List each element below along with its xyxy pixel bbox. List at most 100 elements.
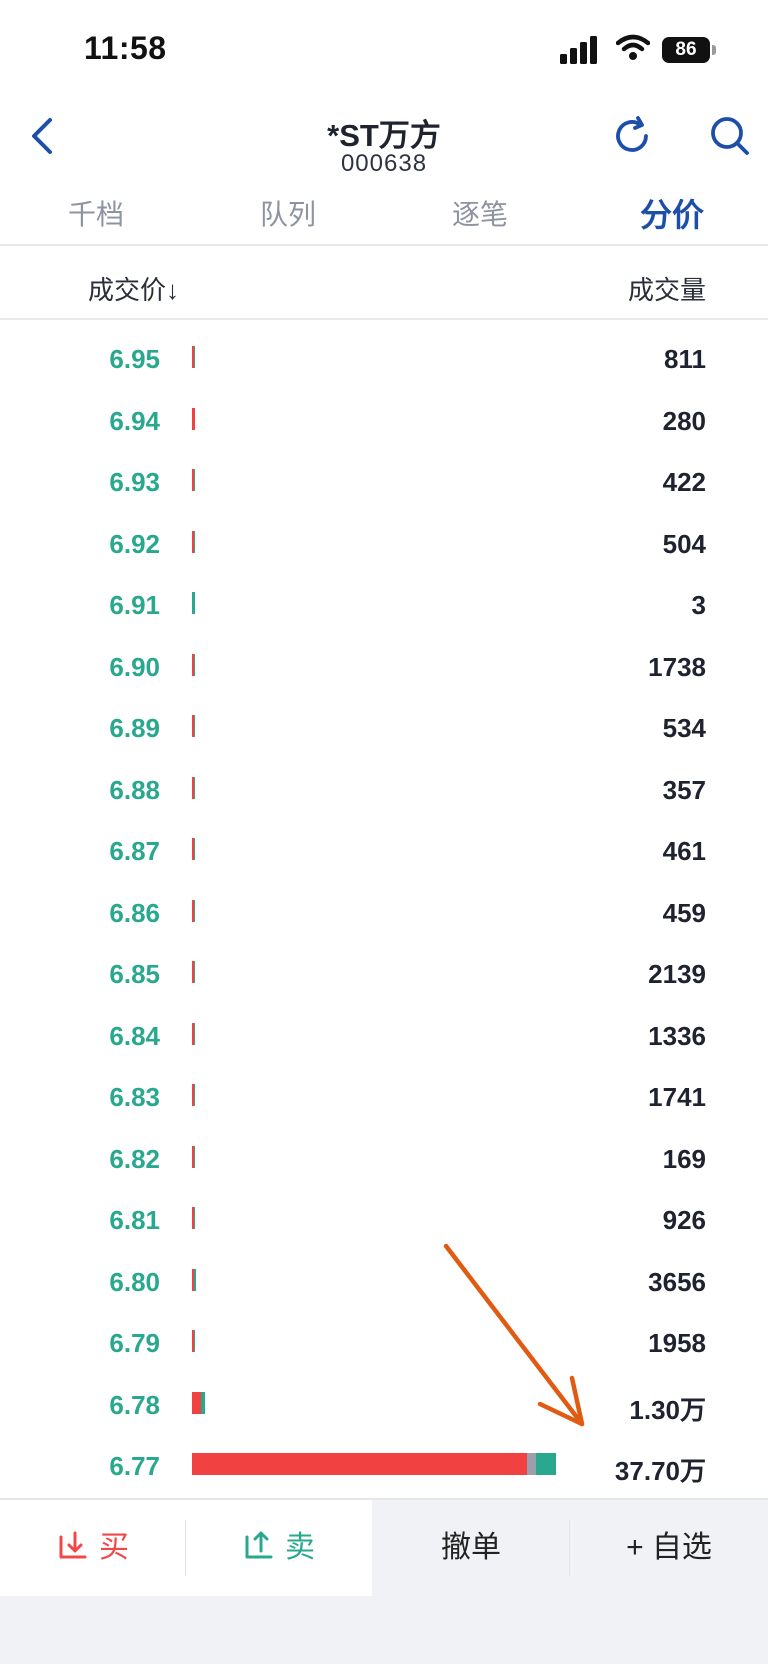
price-cell: 6.83 <box>109 1082 160 1112</box>
price-cell: 6.94 <box>109 405 160 436</box>
stock-header: *ST万方 000638 <box>0 100 768 180</box>
volume-bar-sell <box>193 776 195 799</box>
volume-bar-sell <box>192 592 195 614</box>
table-row: 6.92 504 <box>0 515 768 577</box>
wifi-icon <box>616 34 650 60</box>
table-row: 6.89 534 <box>0 699 768 761</box>
refresh-icon[interactable] <box>608 112 656 160</box>
buy-label: 买 <box>99 1531 129 1564</box>
volume-bar-sell <box>201 1391 205 1414</box>
volume-bar <box>192 530 195 553</box>
table-row: 6.81 926 <box>0 1191 768 1253</box>
volume-bar <box>192 1268 196 1291</box>
volume-bar-sell <box>535 1453 556 1475</box>
volume-bar <box>192 1207 195 1229</box>
table-row: 6.79 1958 <box>0 1314 768 1376</box>
volume-cell: 504 <box>662 528 706 559</box>
table-row: 6.88 357 <box>0 761 768 823</box>
table-row: 6.90 1738 <box>0 638 768 700</box>
price-cell: 6.82 <box>109 1143 160 1174</box>
sell-button[interactable]: 卖 <box>186 1500 372 1596</box>
status-bar: 11:58 86 <box>0 0 768 100</box>
cellular-signal-icon <box>560 36 597 64</box>
tab-qiandang[interactable]: 千档 <box>0 186 192 244</box>
table-row: 6.86 459 <box>0 884 768 946</box>
volume-bar-sell <box>193 653 195 676</box>
volume-bar <box>192 346 195 368</box>
column-header: 成交价↓ 成交量 <box>0 252 768 320</box>
volume-bar <box>192 1330 195 1352</box>
table-row: 6.85 2139 <box>0 945 768 1007</box>
price-cell: 6.84 <box>109 1020 160 1051</box>
table-row: 6.95 811 <box>0 330 768 392</box>
price-cell: 6.78 <box>109 1389 160 1420</box>
bottom-safe-area <box>0 1596 768 1664</box>
volume-cell: 37.70万 <box>614 1456 706 1486</box>
price-cell: 6.86 <box>109 897 160 928</box>
table-row: 6.93 422 <box>0 453 768 515</box>
volume-cell: 1958 <box>648 1328 706 1358</box>
volume-bar-sell <box>193 1330 195 1352</box>
battery-cap <box>712 45 716 55</box>
volume-bar-sell <box>193 1022 195 1045</box>
cancel-order-button[interactable]: 撤单 <box>372 1500 570 1596</box>
volume-bar <box>192 653 195 676</box>
volume-bar-sell <box>193 899 195 922</box>
volume-cell: 1741 <box>648 1082 706 1112</box>
volume-bar <box>192 961 195 983</box>
volume-bar <box>192 407 195 430</box>
volume-bar <box>192 838 195 860</box>
tab-zhubi[interactable]: 逐笔 <box>384 186 576 244</box>
table-row: 6.84 1336 <box>0 1007 768 1069</box>
volume-bar <box>192 1084 195 1106</box>
status-time: 11:58 <box>84 30 167 66</box>
tab-duilie[interactable]: 队列 <box>192 186 384 244</box>
volume-cell: 3 <box>691 590 706 620</box>
volume-bar <box>192 899 195 922</box>
price-cell: 6.81 <box>109 1205 160 1235</box>
price-cell: 6.91 <box>109 590 160 620</box>
volume-bar <box>192 1453 556 1475</box>
volume-cell: 1738 <box>648 651 706 682</box>
volume-bar <box>192 1391 205 1414</box>
price-cell: 6.85 <box>109 959 160 989</box>
table-row: 6.80 3656 <box>0 1253 768 1315</box>
table-row: 6.78 1.30万 <box>0 1376 768 1438</box>
price-column-sort[interactable]: 成交价↓ <box>88 270 179 307</box>
volume-bar-sell <box>193 838 195 860</box>
table-row: 6.83 1741 <box>0 1068 768 1130</box>
volume-cell: 1336 <box>648 1020 706 1051</box>
buy-arrow-icon <box>59 1531 87 1559</box>
volume-bar <box>192 1145 195 1168</box>
sell-arrow-icon <box>245 1531 273 1559</box>
volume-bar-buy <box>192 1391 202 1414</box>
volume-cell: 3656 <box>648 1266 706 1297</box>
volume-bar-sell <box>193 1145 195 1168</box>
volume-cell: 2139 <box>648 959 706 989</box>
tab-fenjia[interactable]: 分价 <box>576 186 768 244</box>
volume-bar-sell <box>193 1084 195 1106</box>
volume-bar-sell <box>194 1268 196 1291</box>
volume-cell: 534 <box>662 713 706 743</box>
volume-cell: 357 <box>662 774 706 805</box>
volume-bar-neutral <box>526 1453 536 1475</box>
buy-button[interactable]: 买 <box>0 1500 186 1596</box>
price-cell: 6.88 <box>109 774 160 805</box>
volume-bar-buy <box>192 407 195 430</box>
table-row: 6.91 3 <box>0 576 768 638</box>
price-cell: 6.95 <box>109 344 160 374</box>
sell-label: 卖 <box>285 1531 315 1564</box>
quote-tabs: 千档 队列 逐笔 分价 <box>0 186 768 246</box>
volume-bar <box>192 469 195 491</box>
volume-bar <box>192 1022 195 1045</box>
volume-bar-sell <box>193 346 195 368</box>
volume-cell: 926 <box>662 1205 706 1235</box>
volume-bar-sell <box>193 715 195 737</box>
volume-bar <box>192 776 195 799</box>
volume-bar-sell <box>193 469 195 491</box>
volume-bar-sell <box>193 961 195 983</box>
volume-cell: 169 <box>662 1143 706 1174</box>
add-watchlist-button[interactable]: + 自选 <box>570 1500 768 1596</box>
search-icon[interactable] <box>706 112 754 160</box>
volume-bar-sell <box>193 530 195 553</box>
